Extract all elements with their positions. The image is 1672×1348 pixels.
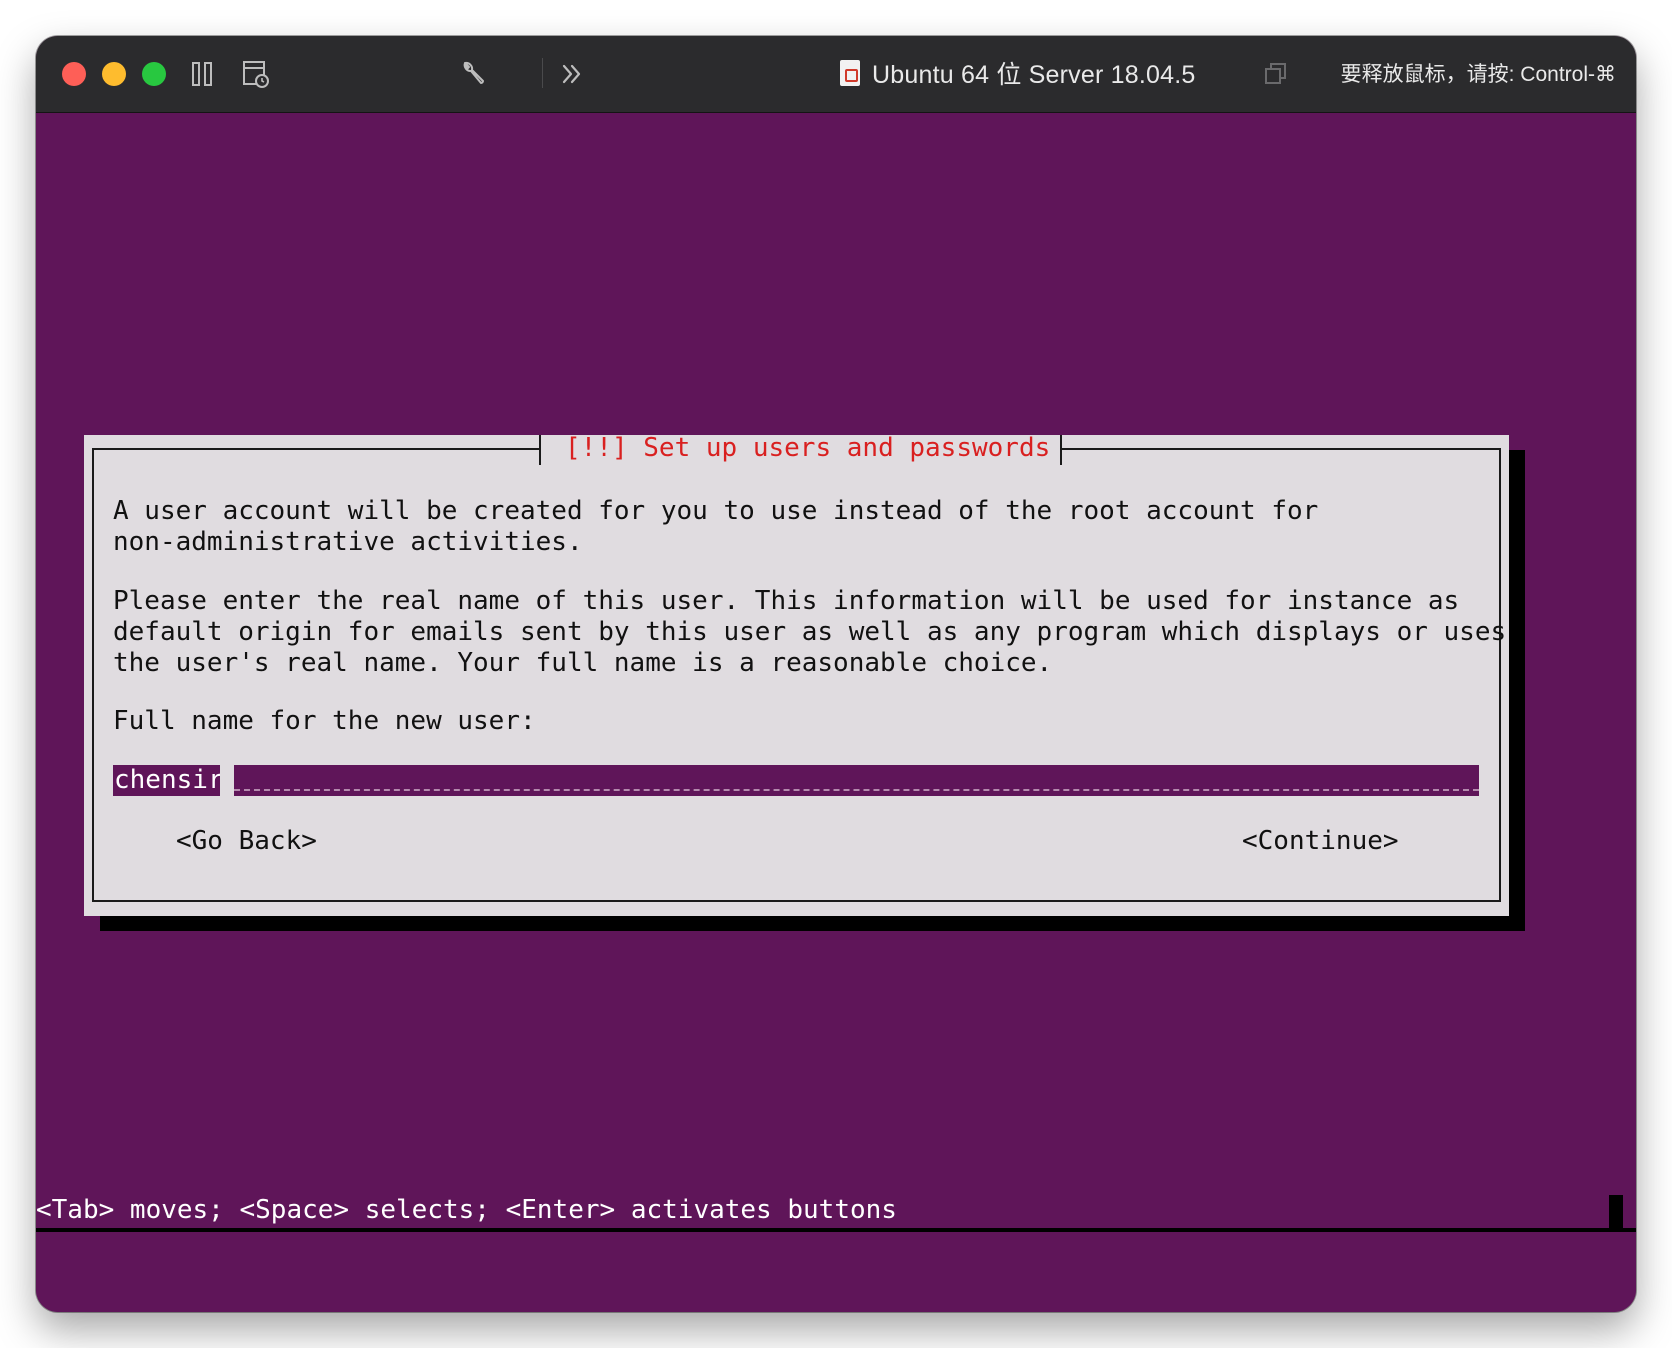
toolbar-separator [542,58,543,88]
pause-icon[interactable] [184,56,220,92]
dialog-title: [!!] Set up users and passwords [565,433,1051,463]
mouse-release-hint: 要释放鼠标，请按: Control-⌘ [1340,63,1616,86]
continue-button[interactable]: <Continue> [1242,826,1399,857]
full-name-value: chensir [114,765,224,795]
wrench-icon[interactable] [454,56,490,92]
vm-window: Ubuntu 64 位 Server 18.04.5 要释放鼠标，请按: Con… [36,36,1636,1312]
status-line-band [36,1228,1636,1232]
double-chevron-right-icon[interactable] [554,56,590,92]
vm-title-text: Ubuntu 64 位 Server 18.04.5 [872,61,1196,89]
close-window-button[interactable] [62,62,86,86]
vm-document-icon [840,60,860,86]
intro-paragraph: A user account will be created for you t… [113,496,1319,557]
snapshot-icon[interactable] [238,56,274,92]
status-line-block [1609,1195,1623,1228]
info-paragraph: Please enter the real name of this user.… [113,586,1507,678]
maximize-window-button[interactable] [142,62,166,86]
window-copy-icon[interactable] [1258,56,1294,92]
title-bar: Ubuntu 64 位 Server 18.04.5 要释放鼠标，请按: Con… [36,36,1636,113]
go-back-button[interactable]: <Go Back> [176,826,317,857]
vm-console[interactable]: [!!] Set up users and passwords A user a… [36,113,1636,1312]
input-underline-fill [234,789,1479,791]
text-cursor [220,765,234,796]
full-name-prompt: Full name for the new user: [113,706,536,736]
vm-title: Ubuntu 64 位 Server 18.04.5 [840,53,1195,93]
keyboard-help-bar: <Tab> moves; <Space> selects; <Enter> ac… [36,1195,897,1225]
dialog-title-box: [!!] Set up users and passwords [539,433,1062,465]
full-name-input[interactable]: chensir [113,765,1479,796]
minimize-window-button[interactable] [102,62,126,86]
setup-users-dialog: [!!] Set up users and passwords A user a… [84,433,1509,916]
